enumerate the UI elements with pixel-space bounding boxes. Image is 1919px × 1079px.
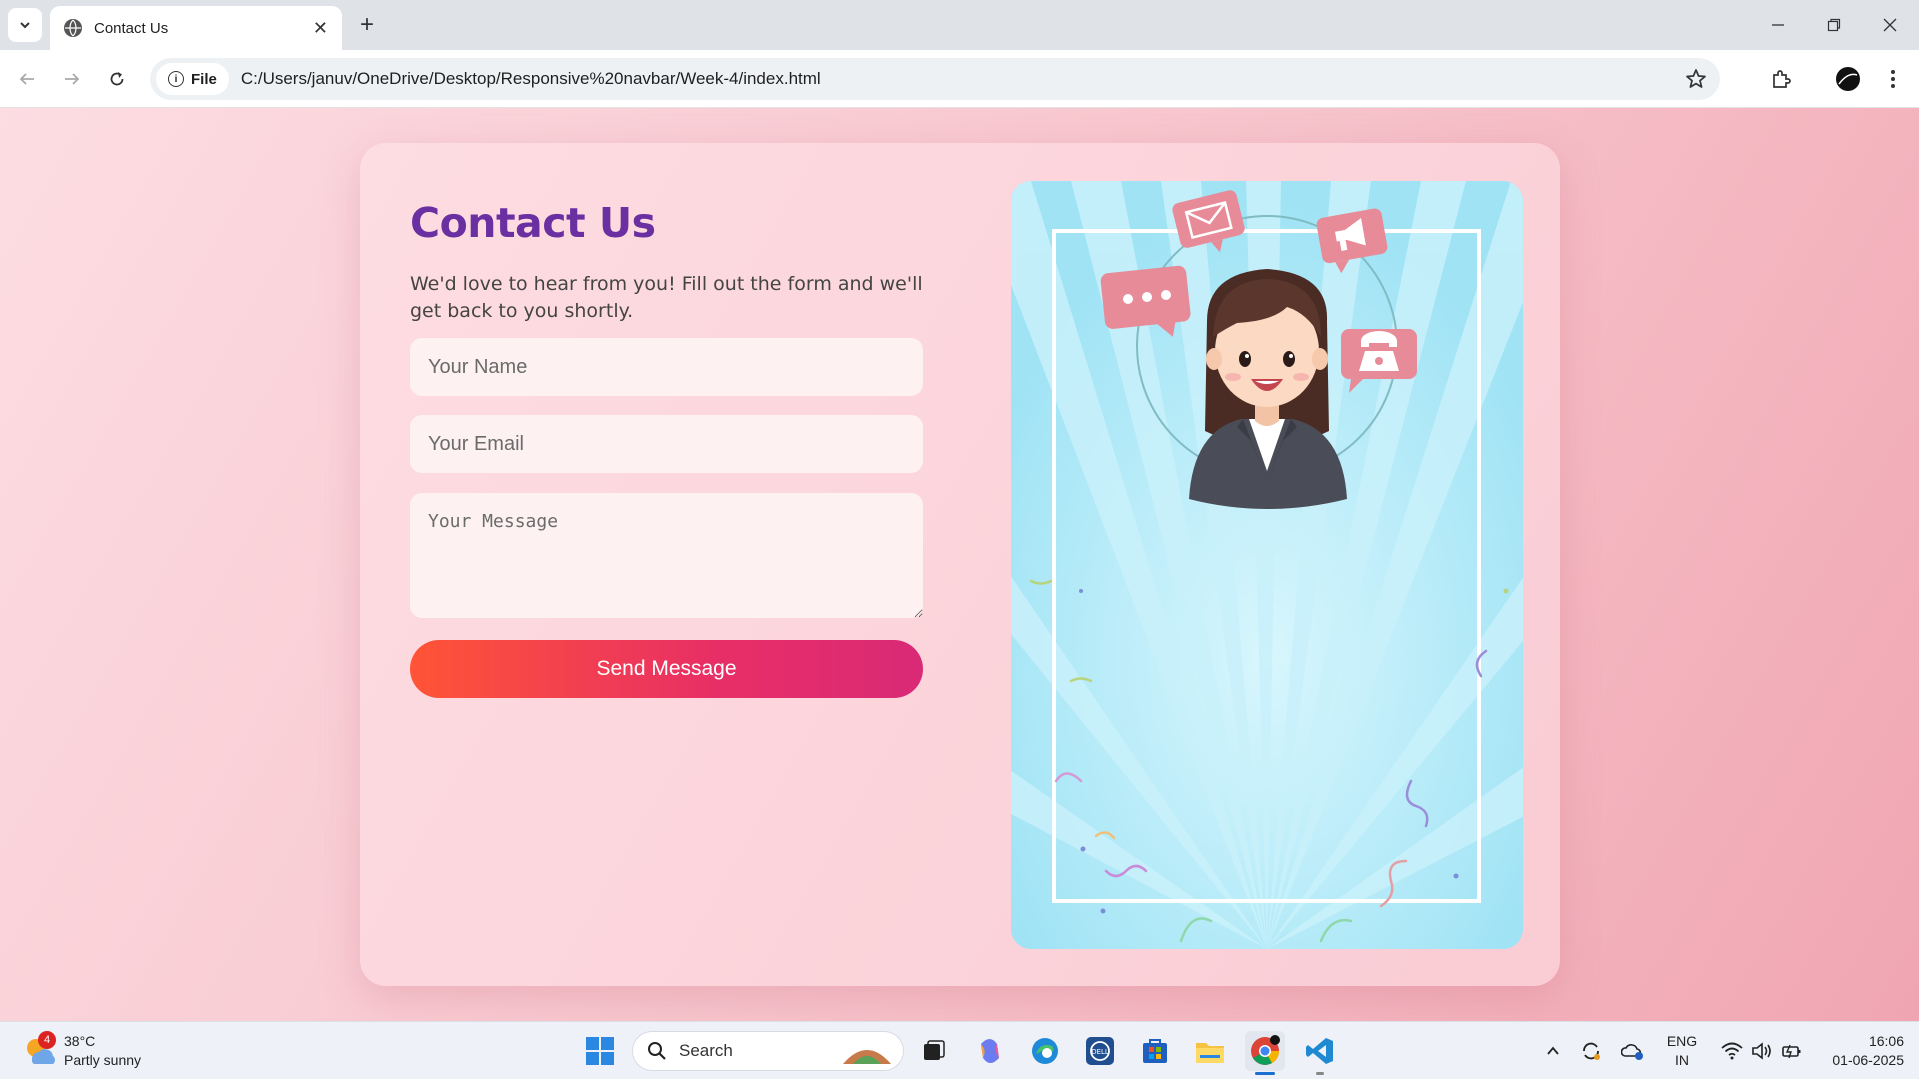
onedrive-tray-button[interactable]: [1614, 1031, 1652, 1071]
close-tab-icon[interactable]: ✕: [313, 18, 328, 39]
weather-sun-cloud-icon: 4: [22, 1031, 56, 1068]
edge-icon: [1032, 1038, 1058, 1064]
svg-text:DELL: DELL: [1091, 1048, 1109, 1056]
quick-settings-button[interactable]: [1712, 1031, 1812, 1071]
windows-taskbar: 4 38°C Partly sunny Search DELL ENG IN 1…: [0, 1021, 1919, 1079]
new-tab-button[interactable]: +: [352, 10, 382, 40]
search-highlight-icon: [843, 1050, 891, 1064]
clock-time: 16:06: [1868, 1033, 1904, 1049]
folder-icon: [1196, 1043, 1224, 1063]
contact-card: Contact Us We'd love to hear from you! F…: [360, 143, 1560, 986]
back-button[interactable]: [10, 62, 44, 96]
profile-avatar[interactable]: [1831, 62, 1865, 96]
site-info-label: File: [191, 70, 217, 88]
browser-tab-active[interactable]: Contact Us ✕: [50, 6, 342, 50]
task-view-icon: [924, 1040, 945, 1060]
chrome-icon: [1251, 1035, 1280, 1065]
restore-icon: [1827, 18, 1841, 32]
tab-title: Contact Us: [94, 19, 169, 37]
running-app-indicator: [1316, 1072, 1324, 1075]
reload-icon: [110, 72, 124, 86]
arrow-left-icon: [19, 73, 34, 85]
reload-button[interactable]: [100, 62, 134, 96]
start-button[interactable]: [580, 1031, 620, 1071]
dell-icon: DELL: [1086, 1037, 1114, 1065]
volume-icon: [1752, 1042, 1771, 1060]
weather-temp: 38°C: [64, 1033, 96, 1049]
taskbar-search[interactable]: Search: [632, 1031, 904, 1071]
region-code: IN: [1675, 1052, 1689, 1068]
show-hidden-icons-button[interactable]: [1534, 1031, 1572, 1071]
name-input[interactable]: [410, 338, 923, 396]
clock-date: 01-06-2025: [1832, 1052, 1904, 1068]
tab-search-button[interactable]: [8, 8, 42, 42]
store-icon: [1143, 1039, 1167, 1063]
sync-tray-button[interactable]: [1572, 1031, 1610, 1071]
search-icon: [648, 1042, 666, 1060]
page-title: Contact Us: [410, 199, 656, 247]
site-info-chip[interactable]: i File: [156, 63, 229, 95]
email-input[interactable]: [410, 415, 923, 473]
more-vertical-icon: [1891, 70, 1895, 88]
copilot-app[interactable]: [970, 1031, 1010, 1071]
star-icon[interactable]: [1684, 67, 1708, 91]
extensions-button[interactable]: [1764, 62, 1798, 96]
arrow-right-icon: [65, 73, 80, 85]
contact-illustration: [1011, 181, 1523, 949]
weather-widget[interactable]: 4 38°C Partly sunny: [22, 1031, 142, 1070]
forward-button[interactable]: [55, 62, 89, 96]
address-bar[interactable]: i File C:/Users/januv/OneDrive/Desktop/R…: [150, 58, 1720, 100]
close-icon: [1883, 18, 1897, 32]
illustration-svg: [1011, 181, 1523, 949]
chrome-app[interactable]: [1245, 1031, 1285, 1075]
send-message-button[interactable]: Send Message: [410, 640, 923, 698]
message-textarea[interactable]: [410, 493, 923, 618]
browser-toolbar: i File C:/Users/januv/OneDrive/Desktop/R…: [0, 50, 1919, 108]
page-subtitle: We'd love to hear from you! Fill out the…: [410, 273, 923, 322]
browser-menu-button[interactable]: [1876, 62, 1910, 96]
search-label: Search: [679, 1041, 733, 1060]
battery-icon: [1782, 1044, 1801, 1059]
task-view-button[interactable]: [914, 1031, 954, 1071]
file-explorer-app[interactable]: [1190, 1031, 1230, 1071]
weather-badge: 4: [38, 1031, 56, 1049]
weather-desc: Partly sunny: [64, 1052, 142, 1068]
close-window-button[interactable]: [1862, 0, 1918, 50]
clock[interactable]: 16:06 01-06-2025: [1812, 1032, 1904, 1070]
vscode-app[interactable]: [1300, 1031, 1340, 1075]
minimize-button[interactable]: [1750, 0, 1806, 50]
restore-button[interactable]: [1806, 0, 1862, 50]
dell-app[interactable]: DELL: [1080, 1031, 1120, 1071]
active-app-indicator: [1255, 1072, 1275, 1075]
sync-icon: [1583, 1042, 1600, 1060]
browser-tab-bar: Contact Us ✕ +: [0, 0, 1919, 50]
chevron-down-icon: [20, 22, 30, 29]
wifi-icon: [1721, 1042, 1743, 1060]
windows-logo-icon: [586, 1037, 614, 1065]
copilot-icon: [981, 1039, 999, 1063]
character-illustration: [1189, 269, 1347, 509]
url-text[interactable]: C:/Users/januv/OneDrive/Desktop/Responsi…: [241, 69, 821, 89]
edge-app[interactable]: [1025, 1031, 1065, 1071]
puzzle-icon: [1773, 70, 1791, 88]
chevron-up-icon: [1547, 1046, 1559, 1055]
vscode-icon: [1306, 1038, 1333, 1064]
language-code: ENG: [1666, 1033, 1698, 1049]
page-viewport: Contact Us We'd love to hear from you! F…: [0, 108, 1919, 1021]
minimize-icon: [1772, 24, 1784, 26]
language-indicator[interactable]: ENG IN: [1660, 1032, 1704, 1070]
cloud-icon: [1621, 1044, 1643, 1060]
avatar-icon: [1836, 67, 1860, 91]
info-icon: i: [168, 71, 184, 87]
store-app[interactable]: [1135, 1031, 1175, 1071]
globe-icon: [64, 19, 82, 37]
